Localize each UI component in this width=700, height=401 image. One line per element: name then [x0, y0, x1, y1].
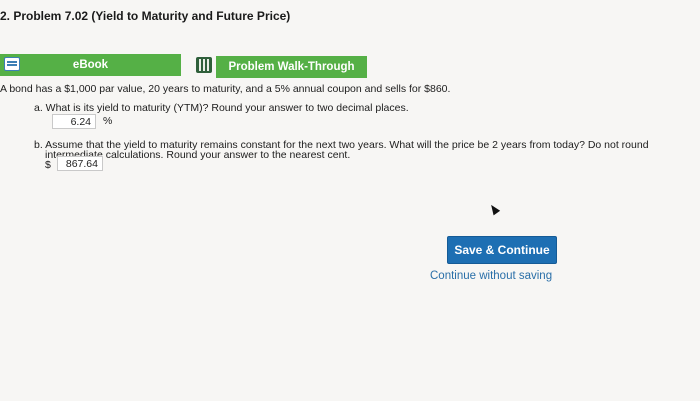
page-title: 2. Problem 7.02 (Yield to Maturity and F…	[0, 9, 291, 23]
walkthrough-button[interactable]: Problem Walk-Through	[216, 56, 367, 78]
ytm-answer-field[interactable]: 6.24	[52, 114, 96, 129]
percent-unit: %	[103, 115, 113, 127]
ebook-label: eBook	[72, 59, 109, 71]
currency-symbol: $	[45, 159, 51, 171]
part-a-question: a. What is its yield to maturity (YTM)? …	[34, 102, 409, 114]
book-icon	[4, 57, 20, 71]
price-answer-field[interactable]: 867.64	[57, 156, 103, 171]
mouse-cursor-icon	[487, 202, 501, 216]
problem-stem: A bond has a $1,000 par value, 20 years …	[0, 83, 451, 95]
ytm-answer-value: 6.24	[70, 115, 91, 128]
save-continue-button[interactable]: Save & Continue	[447, 236, 557, 264]
ebook-button[interactable]: eBook	[0, 54, 181, 76]
continue-without-saving-link[interactable]: Continue without saving	[430, 270, 552, 282]
walkthrough-label: Problem Walk-Through	[228, 61, 355, 73]
price-answer-value: 867.64	[65, 157, 98, 170]
walkthrough-icon	[196, 57, 212, 73]
